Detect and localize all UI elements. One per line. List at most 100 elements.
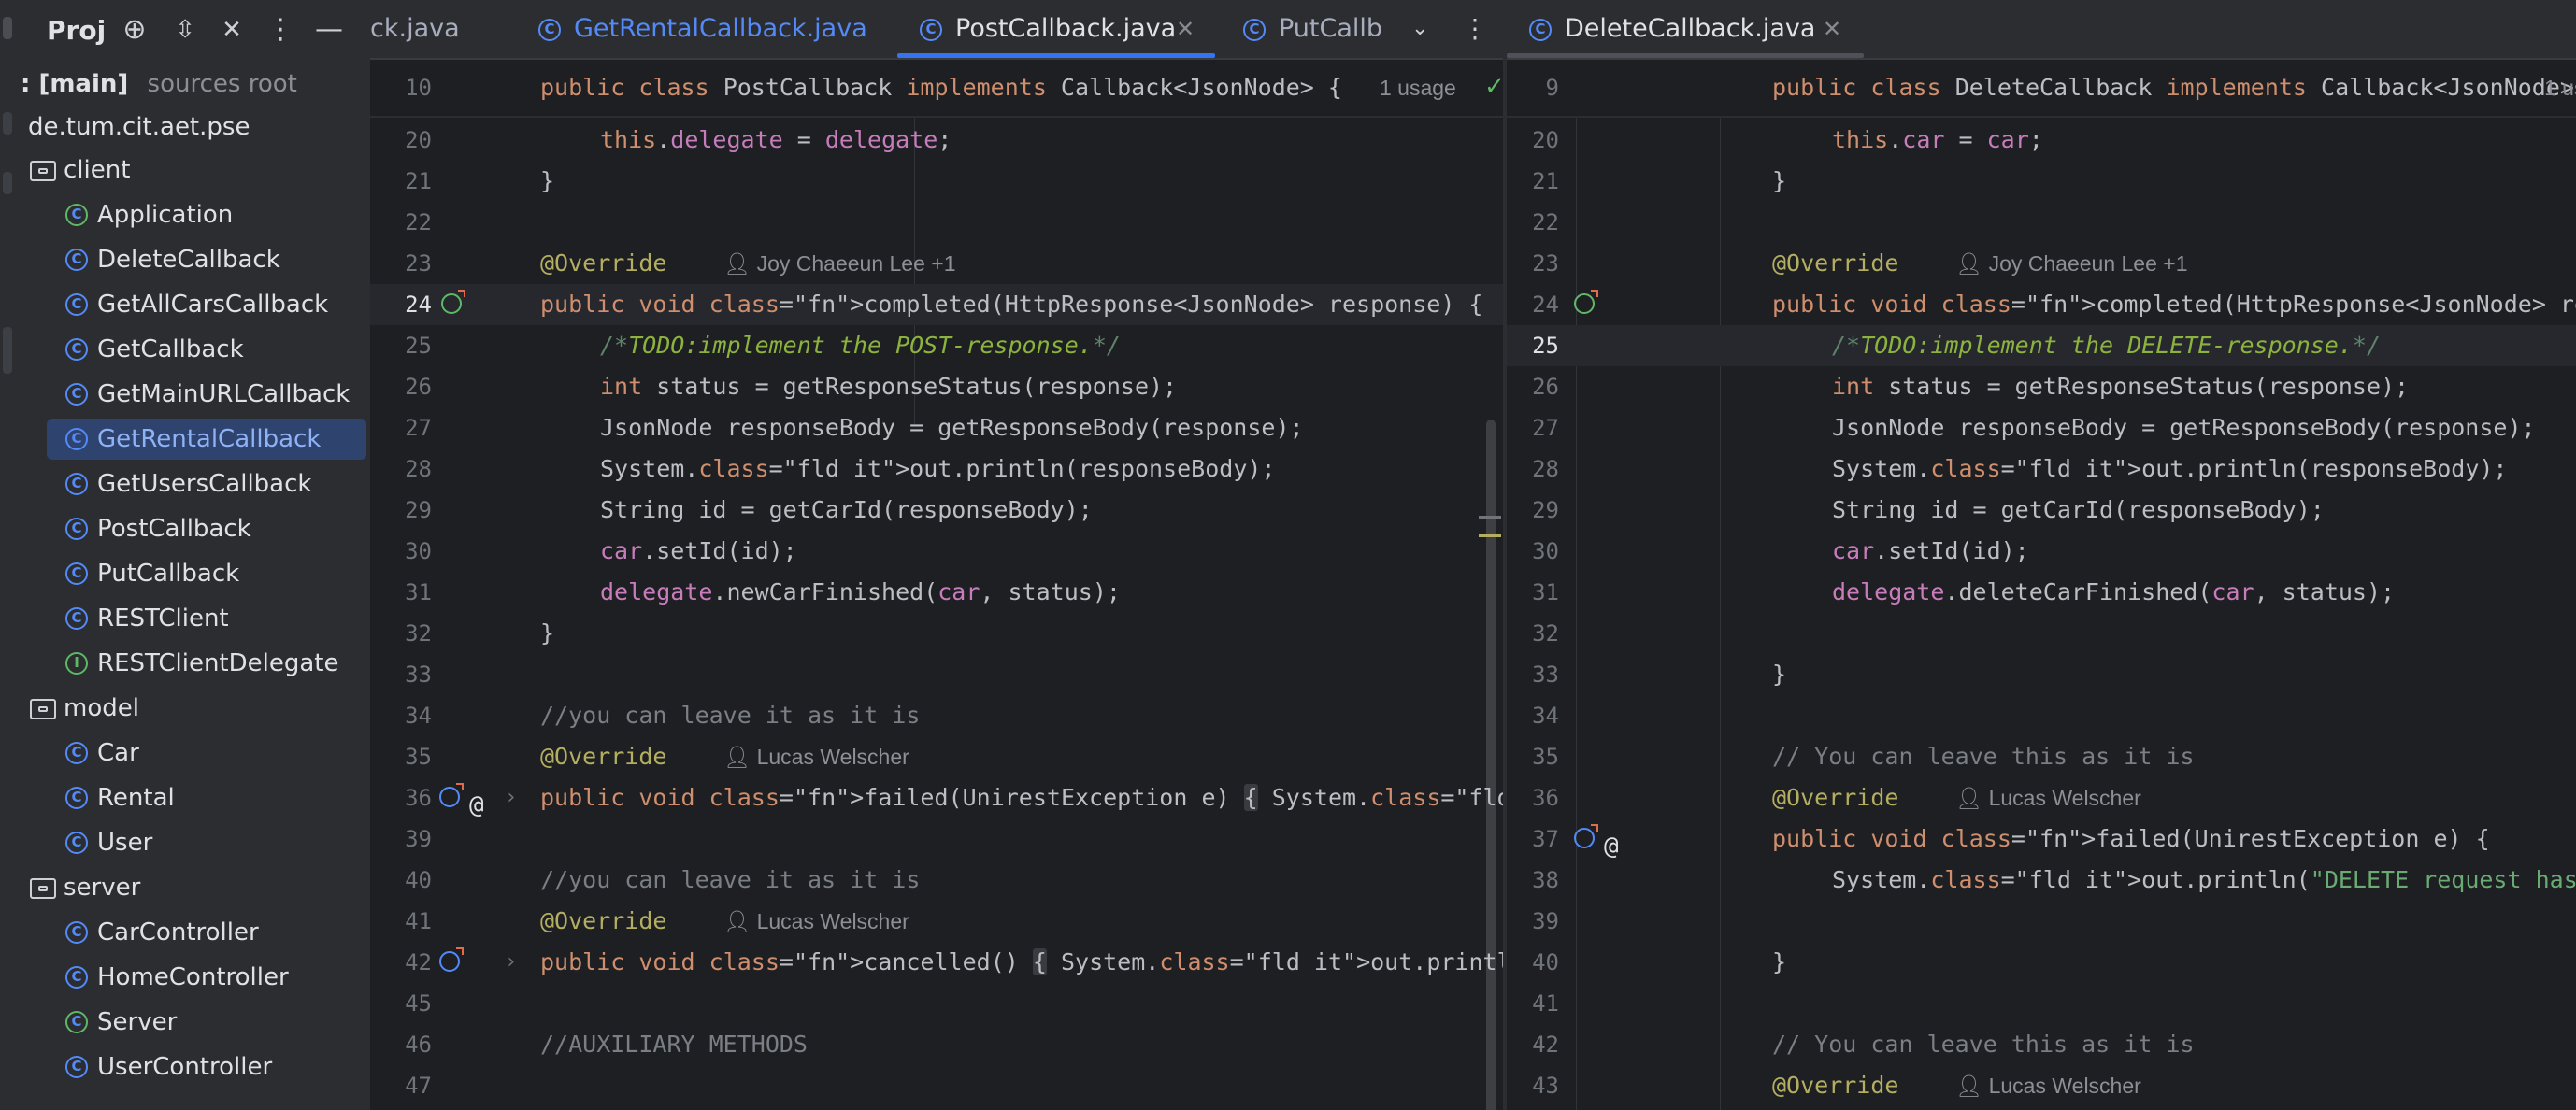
close-tab-icon[interactable]: ✕ xyxy=(1823,0,1841,58)
code-line[interactable]: 22 xyxy=(370,202,1503,243)
tree-root-row[interactable]: : [main] sources root xyxy=(21,64,370,105)
code-line[interactable]: 27 JsonNode responseBody = getResponseBod… xyxy=(370,407,1503,448)
sticky-class-header[interactable]: 10 public class PostCallback implements C… xyxy=(370,60,1503,118)
code-line[interactable]: 46 //AUXILIARY METHODS xyxy=(370,1024,1503,1065)
tree-item[interactable]: server xyxy=(21,867,370,908)
code-line[interactable]: 44 public void class="fn">cancelled() { S… xyxy=(1507,1106,2576,1110)
code-line[interactable]: 38 System.class="fld it">out.println("DEL… xyxy=(1507,860,2576,901)
usage-hint[interactable]: 1 usage xyxy=(1380,67,1456,108)
code-line[interactable]: 22 xyxy=(1507,202,2576,243)
tree-item[interactable]: C GetMainURLCallback xyxy=(21,374,370,415)
tree-item[interactable]: C UserController xyxy=(21,1046,370,1088)
tree-item[interactable]: C Car xyxy=(21,733,370,774)
code-line[interactable]: 40 //you can leave it as it is xyxy=(370,860,1503,901)
code-line[interactable]: 39 xyxy=(1507,901,2576,942)
code-line[interactable]: 24 public void class="fn">completed(HttpR… xyxy=(370,284,1503,325)
code-line[interactable]: 27 JsonNode responseBody = getResponseBod… xyxy=(1507,407,2576,448)
code-line[interactable]: 42 // You can leave this as it is xyxy=(1507,1024,2576,1065)
code-line[interactable]: 23 @Override 👤︎ Joy Chaeeun Lee +1 xyxy=(370,243,1503,284)
override-gutter-icon[interactable] xyxy=(439,783,464,807)
code-line[interactable]: 36 public void class="fn">failed(UnirestE… xyxy=(370,777,1503,819)
expand-all-icon[interactable]: ⇳ xyxy=(166,11,204,49)
tree-item[interactable]: C PutCallback xyxy=(21,553,370,594)
chevron-down-icon[interactable]: ⌄ xyxy=(1411,0,1428,58)
code-line[interactable]: 39 xyxy=(370,818,1503,860)
code-line[interactable]: 23 @Override 👤︎ Joy Chaeeun Lee +1 xyxy=(1507,243,2576,284)
check-icon[interactable]: ✓ xyxy=(1484,73,1503,101)
tree-item[interactable]: model xyxy=(21,688,370,729)
collapse-all-icon[interactable]: ✕ xyxy=(213,11,250,49)
code-line[interactable]: 34 xyxy=(1507,695,2576,736)
code-line[interactable]: 41 @Override 👤︎ Lucas Welscher xyxy=(370,901,1503,942)
tree-item[interactable]: C GetUsersCallback xyxy=(21,463,370,505)
code-line[interactable]: 43 @Override 👤︎ Lucas Welscher xyxy=(1507,1065,2576,1106)
tree-item[interactable]: C Server xyxy=(21,1002,370,1043)
tree-item[interactable]: C RESTClient xyxy=(21,598,370,639)
code-line[interactable]: 30 car.setId(id); xyxy=(1507,531,2576,572)
fold-chevron-icon[interactable]: › xyxy=(1639,1106,1652,1110)
close-tab-icon[interactable]: ✕ xyxy=(1176,0,1195,58)
tree-item[interactable]: C HomeController xyxy=(21,957,370,998)
code-line[interactable]: 37 public void class="fn">failed(UnirestE… xyxy=(1507,818,2576,861)
tree-item[interactable]: C DeleteCallback xyxy=(21,239,370,280)
override-gutter-icon[interactable] xyxy=(439,947,464,972)
code-line[interactable]: 47 xyxy=(370,1065,1503,1106)
tree-item[interactable]: C GetRentalCallback xyxy=(21,419,370,460)
code-line[interactable]: 35 // You can leave this as it is xyxy=(1507,736,2576,777)
tree-item[interactable]: C User xyxy=(21,822,370,863)
left-editor[interactable]: 10 public class PostCallback implements C… xyxy=(370,60,1503,1110)
override-gutter-icon[interactable] xyxy=(1574,290,1598,314)
author-hint[interactable]: 👤︎ Joy Chaeeun Lee +1 xyxy=(1955,243,2188,284)
tree-item[interactable]: C GetAllCarsCallback xyxy=(21,284,370,325)
code-line[interactable]: 29 String id = getCarId(responseBody); xyxy=(370,490,1503,531)
code-line[interactable]: 41 xyxy=(1507,983,2576,1024)
code-line[interactable]: 21} xyxy=(1507,161,2576,202)
tab-getrentalcallback[interactable]: C GetRentalCallback.java xyxy=(538,0,867,58)
commit-tool-icon[interactable] xyxy=(3,112,12,135)
code-line[interactable]: 32 xyxy=(1507,613,2576,654)
code-line[interactable]: 31 delegate.newCarFinished(car, status); xyxy=(370,572,1503,613)
tab-deletecallback[interactable]: C DeleteCallback.java ✕ xyxy=(1529,0,1841,58)
tree-item[interactable]: C Application xyxy=(21,194,370,235)
hide-panel-icon[interactable]: — xyxy=(310,11,348,49)
usage-hint[interactable]: 1 usage xyxy=(2544,67,2576,108)
code-line[interactable]: 48 /** xyxy=(370,1106,1503,1110)
project-panel-title[interactable]: Proj xyxy=(47,15,106,46)
code-line[interactable]: 35 @Override 👤︎ Lucas Welscher xyxy=(370,736,1503,777)
tree-item[interactable]: C PostCallback xyxy=(21,508,370,549)
override-gutter-icon[interactable] xyxy=(1574,824,1598,848)
code-line[interactable]: 29 String id = getCarId(responseBody); xyxy=(1507,490,2576,531)
author-hint[interactable]: 👤︎ Joy Chaeeun Lee +1 xyxy=(723,243,956,284)
code-line[interactable]: 25 /*TODO:implement the POST-response.*/ xyxy=(370,325,1503,366)
code-line[interactable]: 28 System.class="fld it">out.println(resp… xyxy=(370,448,1503,490)
author-hint[interactable]: 👤︎ Lucas Welscher xyxy=(1955,777,2141,818)
code-line[interactable]: 20 this.car = car; xyxy=(1507,120,2576,161)
code-line[interactable]: 33} xyxy=(1507,654,2576,695)
override-gutter-icon[interactable] xyxy=(441,290,465,314)
tree-item[interactable]: C CarController xyxy=(21,912,370,953)
code-line[interactable]: 25 /*TODO:implement the DELETE-response.*… xyxy=(1507,325,2576,366)
author-hint[interactable]: 👤︎ Lucas Welscher xyxy=(1955,1065,2141,1106)
locate-file-icon[interactable]: ⊕ xyxy=(116,11,153,49)
right-editor[interactable]: 9 public class DeleteCallback implements … xyxy=(1507,60,2576,1110)
code-line[interactable]: 36 @Override 👤︎ Lucas Welscher xyxy=(1507,777,2576,818)
author-hint[interactable]: 👤︎ Lucas Welscher xyxy=(723,736,909,777)
tree-item[interactable]: client xyxy=(21,149,370,191)
code-line[interactable]: 31 delegate.deleteCarFinished(car, status… xyxy=(1507,572,2576,613)
code-line[interactable]: 34 //you can leave it as it is xyxy=(370,695,1503,736)
code-line[interactable]: 26 int status = getResponseStatus(respons… xyxy=(1507,366,2576,407)
code-line[interactable]: 42 public void class="fn">cancelled() { S… xyxy=(370,942,1503,983)
code-line[interactable]: 21} xyxy=(370,161,1503,202)
tab-options-icon[interactable]: ⋮ xyxy=(1462,0,1488,58)
tree-item[interactable]: I RESTClientDelegate xyxy=(21,643,370,684)
tree-package-row[interactable]: de.tum.cit.aet.pse xyxy=(21,107,370,148)
structure-tool-icon[interactable] xyxy=(3,172,12,194)
code-line[interactable]: 45 xyxy=(370,983,1503,1024)
fold-chevron-icon[interactable]: › xyxy=(505,942,517,983)
project-tool-icon[interactable] xyxy=(3,17,12,39)
code-line[interactable]: 24 public void class="fn">completed(HttpR… xyxy=(1507,284,2576,325)
fold-chevron-icon[interactable]: › xyxy=(505,777,517,818)
code-line[interactable]: 20 this.delegate = delegate; xyxy=(370,120,1503,161)
code-line[interactable]: 30 car.setId(id); xyxy=(370,531,1503,572)
author-hint[interactable]: 👤︎ Lucas Welscher xyxy=(723,901,909,942)
